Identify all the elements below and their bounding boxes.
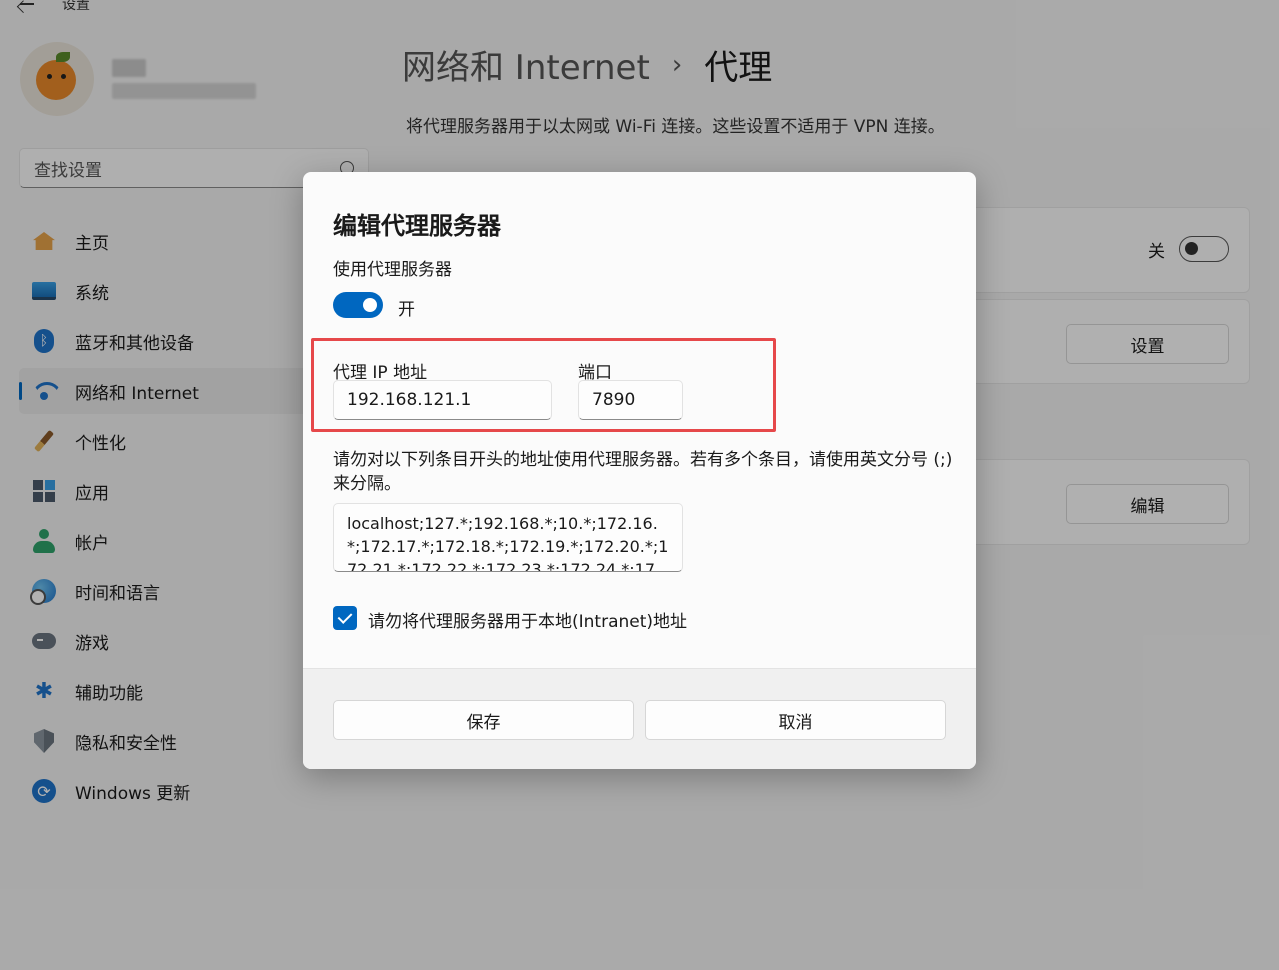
- use-proxy-toggle[interactable]: [333, 292, 383, 318]
- port-field[interactable]: 7890: [578, 380, 683, 420]
- edit-proxy-dialog: 编辑代理服务器 使用代理服务器 开 代理 IP 地址 192.168.121.1…: [303, 172, 976, 769]
- bypass-local-checkbox[interactable]: [333, 606, 357, 630]
- cancel-button[interactable]: 取消: [645, 700, 946, 740]
- save-button[interactable]: 保存: [333, 700, 634, 740]
- proxy-ip-field[interactable]: 192.168.121.1: [333, 380, 552, 420]
- exceptions-textarea[interactable]: localhost;127.*;192.168.*;10.*;172.16.*;…: [333, 503, 683, 572]
- exceptions-hint: 请勿对以下列条目开头的地址使用代理服务器。若有多个条目，请使用英文分号 (;) …: [333, 450, 953, 494]
- use-proxy-label: 使用代理服务器: [333, 260, 452, 280]
- dialog-title: 编辑代理服务器: [333, 212, 501, 240]
- port-value: 7890: [592, 390, 636, 410]
- dialog-footer: 保存 取消: [303, 668, 976, 769]
- toggle-state-label: 开: [398, 300, 415, 320]
- proxy-ip-value: 192.168.121.1: [347, 390, 472, 410]
- bypass-local-label[interactable]: 请勿将代理服务器用于本地(Intranet)地址: [368, 607, 687, 632]
